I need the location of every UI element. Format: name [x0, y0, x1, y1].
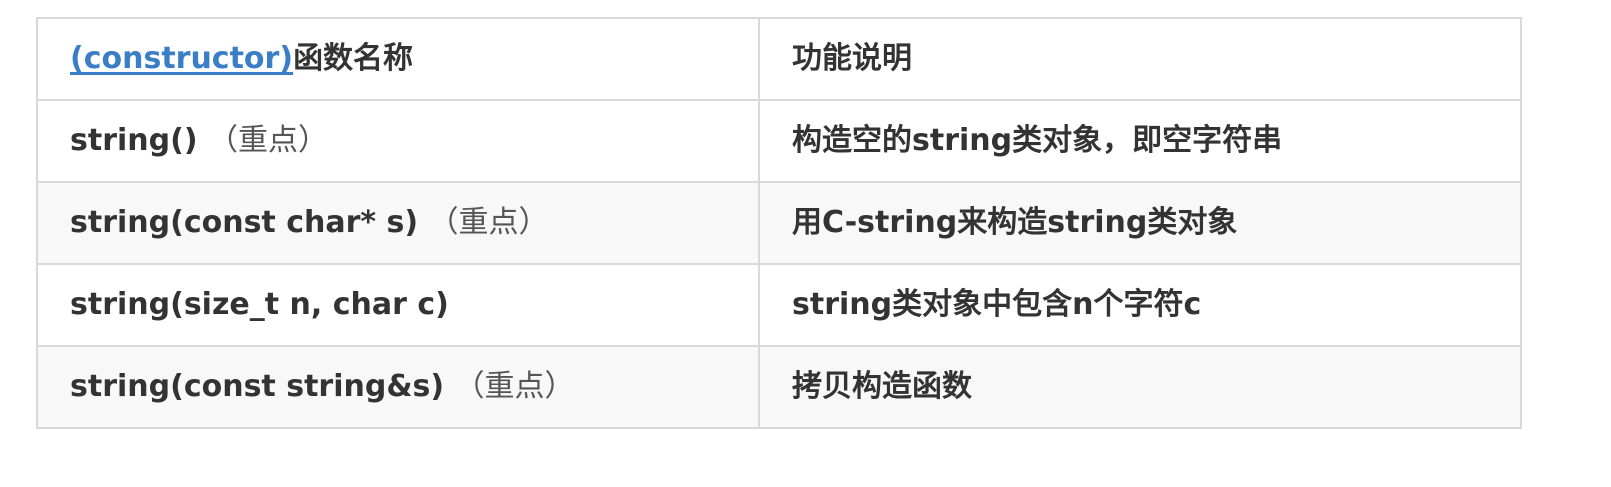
signature-note: （重点） [428, 205, 549, 240]
table-header-row: (constructor)函数名称 功能说明 [36, 17, 1522, 101]
signature-cell: string() （重点） [36, 99, 760, 183]
description-cell: string类对象中包含n个字符c [758, 263, 1522, 347]
header-function-name-label: 函数名称 [293, 41, 414, 76]
table-row: string(size_t n, char c) string类对象中包含n个字… [36, 263, 1522, 347]
signature-cell: string(size_t n, char c) [36, 263, 760, 347]
signature-note: （重点） [454, 369, 575, 404]
table-row: string(const string&s) （重点） 拷贝构造函数 [36, 345, 1522, 429]
table-row: string(const char* s) （重点） 用C-string来构造s… [36, 181, 1522, 265]
signature-text: string(const string&s) [70, 369, 445, 404]
string-constructor-table: (constructor)函数名称 功能说明 string() （重点） 构造空… [36, 17, 1522, 429]
description-cell: 拷贝构造函数 [758, 345, 1522, 429]
description-cell: 用C-string来构造string类对象 [758, 181, 1522, 265]
header-description: 功能说明 [758, 17, 1522, 101]
table-row: string() （重点） 构造空的string类对象，即空字符串 [36, 99, 1522, 183]
signature-text: string(const char* s) [70, 205, 419, 240]
signature-cell: string(const string&s) （重点） [36, 345, 760, 429]
description-cell: 构造空的string类对象，即空字符串 [758, 99, 1522, 183]
signature-cell: string(const char* s) （重点） [36, 181, 760, 265]
signature-text: string() [70, 123, 198, 158]
signature-text: string(size_t n, char c) [70, 287, 449, 322]
header-function-name: (constructor)函数名称 [36, 17, 760, 101]
constructor-link[interactable]: (constructor) [70, 41, 293, 76]
signature-note: （重点） [207, 123, 328, 158]
constructor-table-container: (constructor)函数名称 功能说明 string() （重点） 构造空… [36, 17, 1522, 429]
